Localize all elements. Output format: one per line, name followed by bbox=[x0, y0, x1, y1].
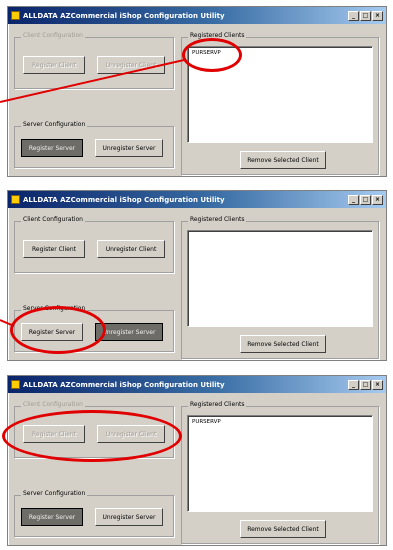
callout-line-2 bbox=[0, 319, 15, 327]
callout-lines bbox=[0, 59, 185, 327]
callout-line-1 bbox=[0, 59, 185, 103]
